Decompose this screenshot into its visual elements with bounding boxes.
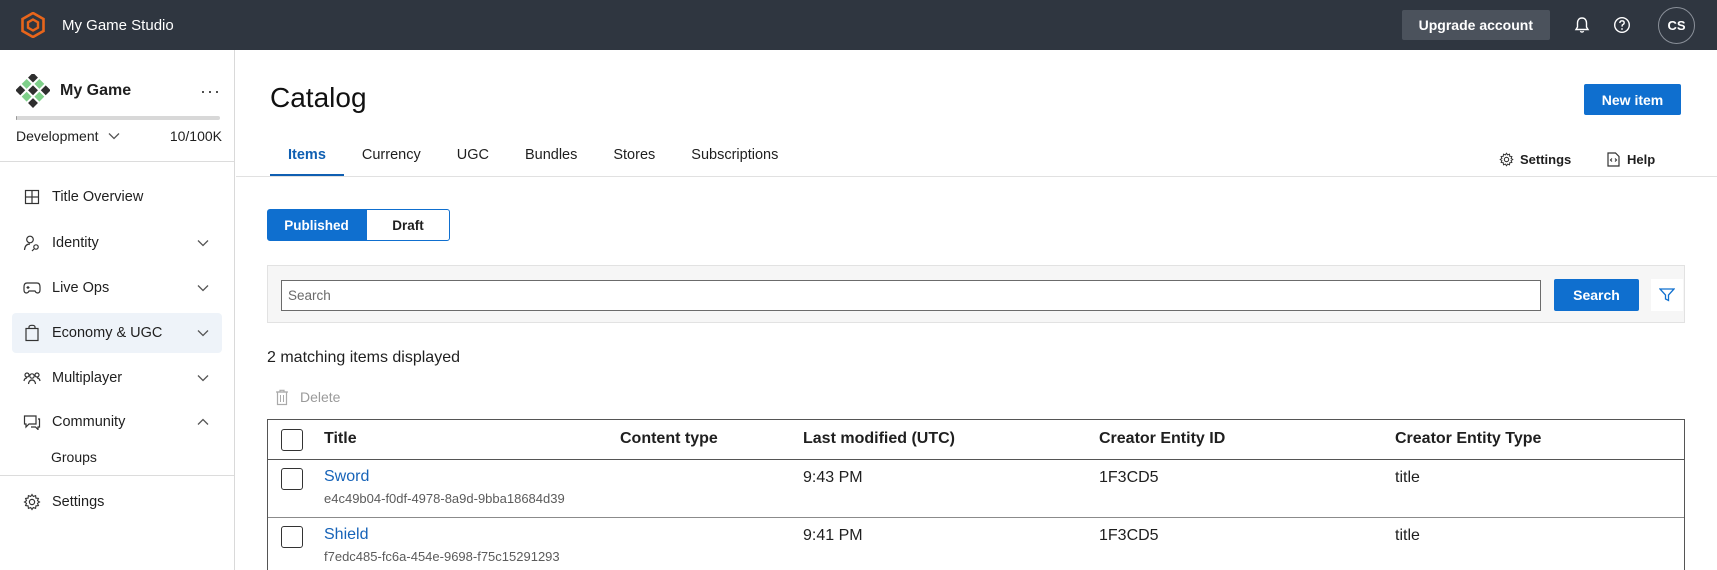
search-input[interactable]	[281, 280, 1541, 311]
item-last-modified: 9:41 PM	[803, 527, 863, 544]
item-creator-entity-type: title	[1395, 469, 1420, 486]
chevron-down-icon	[196, 281, 210, 295]
help-icon[interactable]	[1602, 5, 1642, 45]
upgrade-account-button[interactable]: Upgrade account	[1401, 10, 1550, 40]
gamepad-icon	[22, 278, 42, 298]
row-checkbox[interactable]	[281, 526, 303, 548]
item-creator-entity-id: 1F3CD5	[1099, 469, 1159, 486]
sidebar-item-label: Economy & UGC	[52, 325, 163, 341]
tab-currency[interactable]: Currency	[344, 138, 439, 176]
people-icon	[22, 368, 42, 388]
chevron-up-icon	[196, 415, 210, 429]
result-count: 2 matching items displayed	[267, 349, 460, 366]
item-creator-entity-type: title	[1395, 527, 1420, 544]
bag-icon	[22, 323, 42, 343]
sidebar-item-live-ops[interactable]: Live Ops	[12, 268, 222, 308]
usage-bar	[16, 116, 220, 120]
sidebar-item-title-overview[interactable]: Title Overview	[12, 177, 222, 217]
sidebar: My Game ··· Development 10/100K Title Ov…	[0, 50, 235, 570]
new-item-button[interactable]: New item	[1584, 84, 1681, 115]
gear-icon	[1498, 151, 1514, 167]
sidebar-subitem-groups[interactable]: Groups	[51, 449, 97, 465]
sidebar-divider	[0, 161, 234, 162]
table-row[interactable]: Shield f7edc485-fc6a-454e-9698-f75c15291…	[268, 518, 1684, 570]
page-title: Catalog	[270, 82, 367, 113]
column-header-creator-entity-type[interactable]: Creator Entity Type	[1395, 430, 1541, 448]
item-title-link[interactable]: Sword	[324, 468, 369, 486]
table-row[interactable]: Sword e4c49b04-f0df-4978-8a9d-9bba18684d…	[268, 460, 1684, 518]
row-checkbox[interactable]	[281, 468, 303, 490]
column-header-title[interactable]: Title	[324, 430, 357, 448]
sidebar-item-label: Identity	[52, 235, 99, 251]
column-header-last-modified[interactable]: Last modified (UTC)	[803, 430, 955, 448]
more-options-icon[interactable]: ···	[200, 81, 221, 102]
sidebar-item-label: Settings	[52, 494, 105, 510]
item-creator-entity-id: 1F3CD5	[1099, 527, 1159, 544]
search-panel: Search	[267, 265, 1685, 323]
tab-subscriptions[interactable]: Subscriptions	[673, 138, 796, 176]
document-help-icon	[1605, 151, 1621, 167]
chevron-down-icon	[196, 236, 210, 250]
game-header: My Game ···	[15, 72, 221, 108]
game-name[interactable]: My Game	[60, 82, 131, 100]
catalog-settings-button[interactable]: Settings	[1498, 151, 1571, 167]
help-button[interactable]: Help	[1605, 151, 1655, 167]
avatar[interactable]: CS	[1658, 6, 1695, 44]
sidebar-item-label: Title Overview	[52, 189, 144, 205]
published-toggle-button[interactable]: Published	[267, 209, 366, 241]
tab-stores[interactable]: Stores	[595, 138, 673, 176]
sidebar-item-label: Live Ops	[52, 280, 110, 296]
environment-row: Development 10/100K	[16, 128, 222, 144]
delete-label: Delete	[300, 389, 341, 405]
community-icon	[22, 412, 42, 432]
column-header-creator-entity-id[interactable]: Creator Entity ID	[1099, 430, 1225, 448]
tabs-divider	[236, 176, 1717, 177]
help-label: Help	[1627, 151, 1656, 167]
gear-icon	[22, 492, 42, 512]
top-bar: My Game Studio Upgrade account CS	[0, 0, 1717, 50]
grid-icon	[22, 187, 42, 207]
filter-icon[interactable]	[1651, 279, 1683, 311]
items-table: Title Content type Last modified (UTC) C…	[267, 419, 1685, 570]
sidebar-item-multiplayer[interactable]: Multiplayer	[12, 358, 222, 398]
column-header-content-type[interactable]: Content type	[620, 430, 718, 448]
tab-items[interactable]: Items	[270, 138, 344, 176]
game-logo-icon	[15, 72, 51, 108]
catalog-tabs: Items Currency UGC Bundles Stores Subscr…	[270, 138, 796, 176]
environment-selector[interactable]: Development	[16, 128, 99, 144]
chevron-down-icon[interactable]	[108, 132, 120, 140]
studio-name[interactable]: My Game Studio	[62, 17, 174, 34]
playfab-logo-icon[interactable]	[20, 12, 46, 38]
sidebar-item-community[interactable]: Community	[12, 402, 222, 442]
delete-button[interactable]: Delete	[274, 388, 340, 406]
item-last-modified: 9:43 PM	[803, 469, 863, 486]
item-id: f7edc485-fc6a-454e-9698-f75c15291293	[324, 549, 560, 564]
sidebar-item-identity[interactable]: Identity	[12, 223, 222, 263]
item-id: e4c49b04-f0df-4978-8a9d-9bba18684d39	[324, 491, 565, 506]
sidebar-item-economy-ugc[interactable]: Economy & UGC	[12, 313, 222, 353]
search-button[interactable]: Search	[1554, 279, 1639, 311]
trash-icon	[274, 388, 290, 406]
chevron-down-icon	[196, 371, 210, 385]
table-header: Title Content type Last modified (UTC) C…	[268, 420, 1684, 460]
draft-toggle-button[interactable]: Draft	[366, 209, 450, 241]
sidebar-item-settings[interactable]: Settings	[12, 482, 222, 522]
sidebar-divider	[0, 475, 234, 476]
select-all-checkbox[interactable]	[281, 429, 303, 451]
tab-bundles[interactable]: Bundles	[507, 138, 595, 176]
usage-count: 10/100K	[169, 128, 222, 144]
bell-icon[interactable]	[1562, 5, 1602, 45]
chevron-down-icon	[196, 326, 210, 340]
settings-label: Settings	[1520, 151, 1572, 167]
publish-state-toggle: Published Draft	[267, 209, 450, 241]
identity-icon	[22, 233, 42, 253]
tab-ugc[interactable]: UGC	[439, 138, 507, 176]
usage-bar-fill	[16, 116, 18, 120]
sidebar-item-label: Multiplayer	[52, 370, 123, 386]
item-title-link[interactable]: Shield	[324, 526, 368, 544]
sidebar-item-label: Community	[52, 414, 126, 430]
